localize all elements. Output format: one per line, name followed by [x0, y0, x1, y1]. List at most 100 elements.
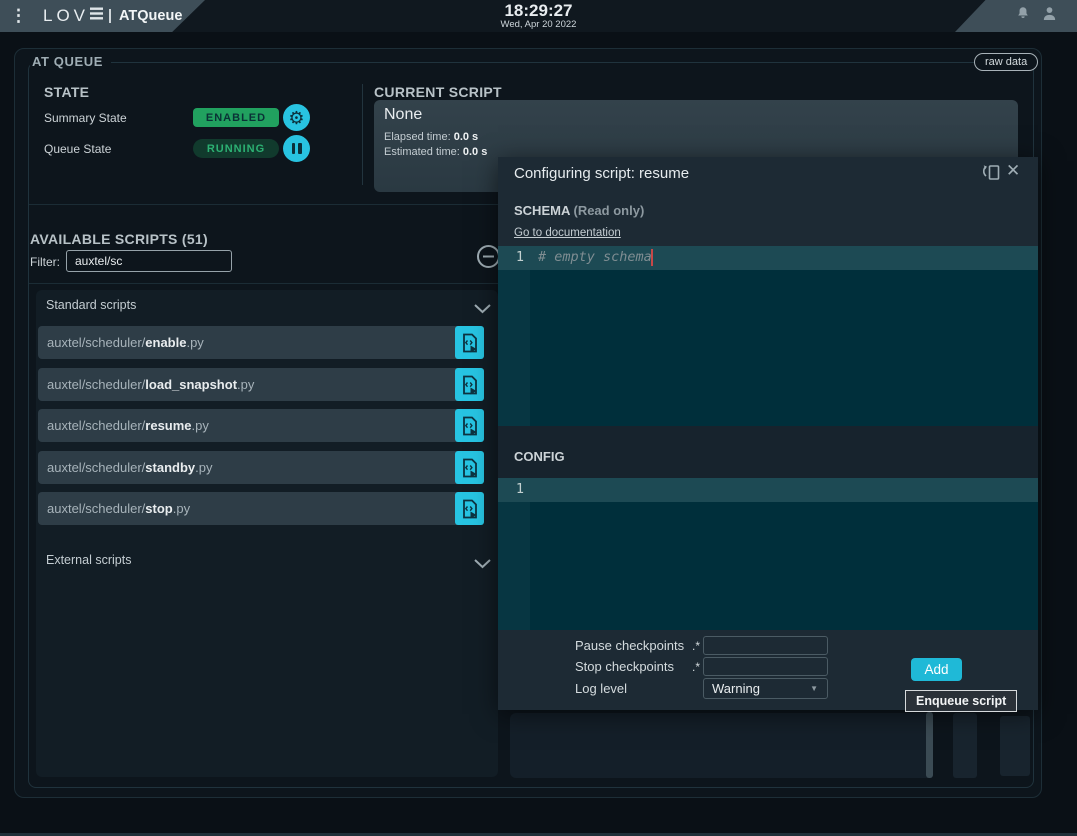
summary-state-badge: ENABLED	[193, 108, 279, 127]
script-name: enable	[145, 335, 186, 350]
script-path-prefix: auxtel/scheduler/	[47, 501, 145, 516]
launch-script-button[interactable]	[455, 368, 484, 401]
script-name: standby	[145, 460, 195, 475]
script-name: stop	[145, 501, 172, 516]
user-account-icon[interactable]	[1040, 5, 1059, 28]
enqueue-script-tooltip: Enqueue script	[905, 690, 1017, 712]
scripts-list-card	[36, 290, 498, 777]
script-name: resume	[145, 418, 191, 433]
launch-script-button[interactable]	[455, 451, 484, 484]
app-title: ATQueue	[119, 8, 182, 24]
queue-state-badge: RUNNING	[193, 139, 279, 158]
available-scripts-heading: AVAILABLE SCRIPTS (51)	[30, 231, 208, 247]
external-scripts-group[interactable]: External scripts	[46, 553, 131, 567]
current-script-name: None	[384, 106, 422, 124]
documentation-link[interactable]: Go to documentation	[514, 227, 621, 239]
text-cursor	[651, 249, 653, 266]
summary-state-settings-button[interactable]: ⚙	[283, 104, 310, 131]
stop-checkpoints-label: Stop checkpoints	[575, 659, 674, 674]
log-level-value: Warning	[712, 681, 810, 696]
estimated-time-value: 0.0 s	[463, 146, 487, 158]
atqueue-screen: ⋮ LOV ATQueue 18:29:27 Wed, Apr 20 2022	[0, 0, 1077, 836]
script-path-prefix: auxtel/scheduler/	[47, 418, 145, 433]
detach-view-icon[interactable]	[980, 163, 1002, 185]
script-launch-icon	[462, 458, 478, 478]
logo-separator	[109, 9, 111, 23]
script-extension: .py	[173, 501, 190, 516]
config-band	[498, 426, 1038, 478]
script-list-item[interactable]: auxtel/scheduler/resume.py	[38, 409, 484, 442]
pause-checkpoints-label: Pause checkpoints	[575, 638, 684, 653]
script-list-item[interactable]: auxtel/scheduler/load_snapshot.py	[38, 368, 484, 401]
script-launch-icon	[462, 333, 478, 353]
close-icon[interactable]: ✕	[1006, 161, 1020, 181]
elapsed-time: Elapsed time: 0.0 s	[384, 131, 478, 143]
pause-queue-button[interactable]	[283, 135, 310, 162]
modal-title: Configuring script: resume	[514, 165, 689, 182]
love-logo: LOV ATQueue	[43, 6, 182, 26]
stop-checkpoints-input[interactable]	[703, 657, 828, 676]
estimated-time: Estimated time: 0.0 s	[384, 146, 487, 158]
panel-title: AT QUEUE	[30, 54, 111, 69]
script-list-item[interactable]: auxtel/scheduler/stop.py	[38, 492, 484, 525]
stop-checkpoints-hint: .*	[674, 660, 700, 674]
script-list-item[interactable]: auxtel/scheduler/standby.py	[38, 451, 484, 484]
logo-text: LOV	[43, 6, 89, 26]
logo-e-bars-icon	[90, 7, 103, 25]
elapsed-time-value: 0.0 s	[454, 131, 478, 143]
schema-editor[interactable]: 1 # empty schema	[498, 246, 1038, 426]
standard-scripts-group[interactable]: Standard scripts	[46, 298, 136, 312]
config-editor[interactable]: 1	[498, 478, 1038, 630]
line-number: 1	[498, 481, 524, 497]
script-path-prefix: auxtel/scheduler/	[47, 377, 145, 392]
state-divider	[362, 84, 363, 185]
add-button[interactable]: Add	[911, 658, 962, 681]
schema-title: SCHEMA	[514, 203, 570, 218]
clock-date: Wed, Apr 20 2022	[501, 20, 577, 30]
elapsed-time-label: Elapsed time:	[384, 131, 454, 143]
pause-icon	[292, 143, 302, 154]
script-list-item[interactable]: auxtel/scheduler/enable.py	[38, 326, 484, 359]
chevron-down-icon[interactable]	[474, 556, 491, 574]
background-card	[510, 713, 933, 778]
editor-gutter	[498, 246, 530, 426]
script-launch-icon	[462, 375, 478, 395]
top-bar: ⋮ LOV ATQueue 18:29:27 Wed, Apr 20 2022	[0, 0, 1077, 32]
script-extension: .py	[192, 418, 209, 433]
script-launch-icon	[462, 499, 478, 519]
script-extension: .py	[237, 377, 254, 392]
current-script-heading: CURRENT SCRIPT	[374, 84, 502, 100]
clock-time: 18:29:27	[501, 2, 577, 20]
script-launch-icon	[462, 416, 478, 436]
pause-checkpoints-hint: .*	[674, 639, 700, 653]
launch-script-button[interactable]	[455, 409, 484, 442]
launch-script-button[interactable]	[455, 326, 484, 359]
script-name: load_snapshot	[145, 377, 237, 392]
active-line-highlight	[498, 478, 1038, 502]
summary-state-label: Summary State	[44, 111, 127, 125]
background-strip	[1000, 716, 1030, 776]
log-level-label: Log level	[575, 681, 627, 696]
gear-icon: ⚙	[288, 109, 304, 127]
line-number: 1	[498, 249, 524, 265]
config-heading: CONFIG	[514, 449, 565, 464]
script-path-prefix: auxtel/scheduler/	[47, 460, 145, 475]
raw-data-button[interactable]: raw data	[974, 53, 1038, 71]
notifications-bell-icon[interactable]	[1014, 5, 1032, 28]
script-path-prefix: auxtel/scheduler/	[47, 335, 145, 350]
estimated-time-label: Estimated time:	[384, 146, 463, 158]
top-bar-right-panel	[955, 0, 1077, 32]
log-level-select[interactable]: Warning ▼	[703, 678, 828, 699]
scrollbar-thumb[interactable]	[926, 712, 933, 778]
script-extension: .py	[195, 460, 212, 475]
dropdown-arrow-icon: ▼	[810, 684, 818, 693]
launch-script-button[interactable]	[455, 492, 484, 525]
top-bar-left-panel: ⋮ LOV ATQueue	[0, 0, 205, 32]
background-strip	[953, 713, 977, 778]
queue-state-label: Queue State	[44, 142, 111, 156]
kebab-menu-icon[interactable]: ⋮	[10, 0, 27, 32]
chevron-down-icon[interactable]	[474, 301, 491, 319]
pause-checkpoints-input[interactable]	[703, 636, 828, 655]
filter-input[interactable]	[66, 250, 232, 272]
schema-code: # empty schema	[538, 249, 652, 265]
